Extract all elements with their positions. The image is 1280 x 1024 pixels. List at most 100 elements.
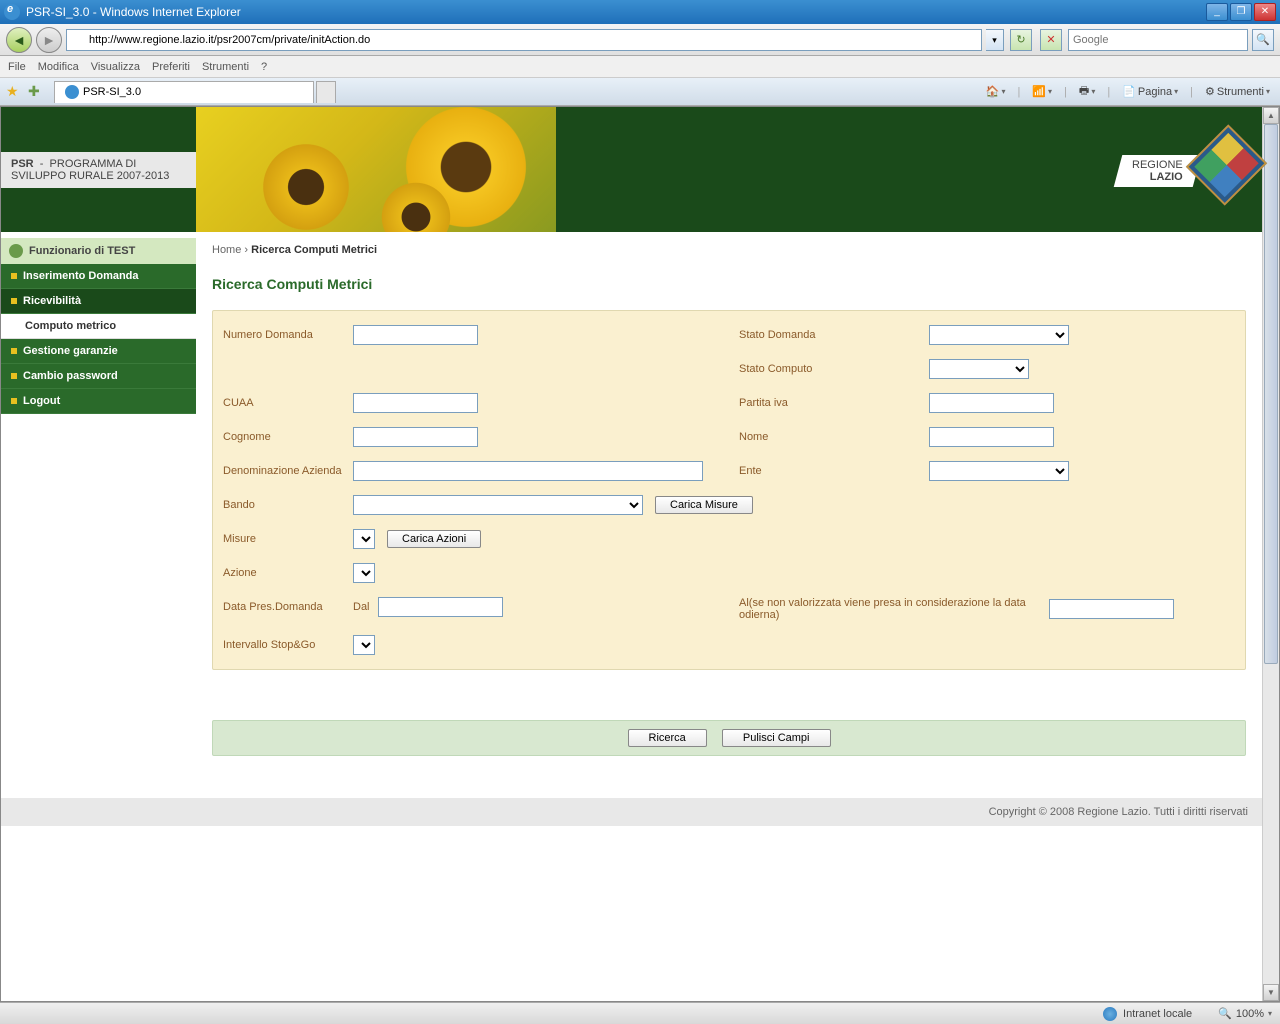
back-button[interactable]: ◄ <box>6 27 32 53</box>
menu-strumenti[interactable]: Strumenti <box>202 61 249 73</box>
tab-favicon-icon <box>65 85 79 99</box>
maximize-button[interactable]: ❐ <box>1230 3 1252 21</box>
search-form: Numero Domanda Stato Domanda Stato Compu… <box>212 310 1246 670</box>
breadcrumb: Home › Ricerca Computi Metrici <box>212 244 1246 256</box>
label-stato-computo: Stato Computo <box>729 363 929 375</box>
sidebar-item-inserimento[interactable]: Inserimento Domanda <box>1 264 196 289</box>
zoom-dropdown[interactable]: ▾ <box>1268 1009 1272 1018</box>
page-viewport: ▲ ▼ PSR - PROGRAMMA DI SVILUPPO RURALE 2… <box>0 106 1280 1002</box>
main-content: Home › Ricerca Computi Metrici Ricerca C… <box>196 232 1262 768</box>
label-nome: Nome <box>729 431 929 443</box>
input-cuaa[interactable] <box>353 393 478 413</box>
sidebar-item-ricevibilita[interactable]: Ricevibilità <box>1 289 196 314</box>
label-bando: Bando <box>223 499 353 511</box>
forward-button[interactable]: ► <box>36 27 62 53</box>
user-label: Funzionario di TEST <box>29 245 135 257</box>
menubar: File Modifica Visualizza Preferiti Strum… <box>0 56 1280 78</box>
minimize-button[interactable]: _ <box>1206 3 1228 21</box>
label-stato-domanda: Stato Domanda <box>729 329 929 341</box>
page-menu[interactable]: 📄 Pagina ▾ <box>1118 83 1182 100</box>
banner-program-label: PSR - PROGRAMMA DI SVILUPPO RURALE 2007-… <box>1 152 196 188</box>
input-cognome[interactable] <box>353 427 478 447</box>
scroll-up-button[interactable]: ▲ <box>1263 107 1279 124</box>
label-intervallo: Intervallo Stop&Go <box>223 639 353 651</box>
ricerca-button[interactable]: Ricerca <box>628 729 707 747</box>
navbar: ◄ ► ▾ ↻ ✕ 🔍 <box>0 24 1280 56</box>
breadcrumb-current: Ricerca Computi Metrici <box>251 244 377 256</box>
menu-visualizza[interactable]: Visualizza <box>91 61 140 73</box>
regione-label: REGIONELAZIO <box>1114 155 1201 187</box>
carica-azioni-button[interactable]: Carica Azioni <box>387 530 481 548</box>
scroll-down-button[interactable]: ▼ <box>1263 984 1279 1001</box>
select-stato-computo[interactable] <box>929 359 1029 379</box>
tab-title: PSR-SI_3.0 <box>83 86 141 98</box>
menu-preferiti[interactable]: Preferiti <box>152 61 190 73</box>
address-dropdown[interactable]: ▾ <box>986 29 1004 51</box>
tabbar: ★ ✚ PSR-SI_3.0 🏠▾ | 📶▾ | 🖶▾ | 📄 Pagina ▾… <box>0 78 1280 106</box>
sidebar-item-password[interactable]: Cambio password <box>1 364 196 389</box>
refresh-button[interactable]: ↻ <box>1010 29 1032 51</box>
menu-help[interactable]: ? <box>261 61 267 73</box>
label-misure: Misure <box>223 533 353 545</box>
banner: PSR - PROGRAMMA DI SVILUPPO RURALE 2007-… <box>1 107 1262 232</box>
select-azione[interactable] <box>353 563 375 583</box>
input-partita-iva[interactable] <box>929 393 1054 413</box>
statusbar: Intranet locale 🔍 100% ▾ <box>0 1002 1280 1024</box>
menu-modifica[interactable]: Modifica <box>38 61 79 73</box>
search-go-button[interactable]: 🔍 <box>1252 29 1274 51</box>
vertical-scrollbar[interactable]: ▲ ▼ <box>1262 107 1279 1001</box>
page-title: Ricerca Computi Metrici <box>212 276 1246 292</box>
regione-logo-icon <box>1186 124 1267 205</box>
print-button[interactable]: 🖶▾ <box>1075 80 1099 103</box>
input-data-dal[interactable] <box>378 597 503 617</box>
sidebar-item-logout[interactable]: Logout <box>1 389 196 414</box>
zoom-value: 100% <box>1236 1008 1264 1020</box>
label-denominazione: Denominazione Azienda <box>223 465 353 477</box>
label-dal: Dal <box>353 601 370 613</box>
scroll-thumb[interactable] <box>1264 124 1278 664</box>
zone-globe-icon <box>1103 1007 1117 1021</box>
label-numero-domanda: Numero Domanda <box>223 329 353 341</box>
label-cognome: Cognome <box>223 431 353 443</box>
window-title: PSR-SI_3.0 - Windows Internet Explorer <box>26 5 1206 19</box>
user-icon <box>9 244 23 258</box>
action-bar: Ricerca Pulisci Campi <box>212 720 1246 756</box>
label-ente: Ente <box>729 465 929 477</box>
input-data-al[interactable] <box>1049 599 1174 619</box>
banner-image <box>196 107 556 232</box>
select-ente[interactable] <box>929 461 1069 481</box>
browser-tab[interactable]: PSR-SI_3.0 <box>54 81 314 103</box>
tools-menu[interactable]: ⚙ Strumenti ▾ <box>1201 83 1274 100</box>
sidebar-item-garanzie[interactable]: Gestione garanzie <box>1 339 196 364</box>
label-azione: Azione <box>223 567 353 579</box>
zoom-icon: 🔍 <box>1218 1007 1232 1020</box>
favorites-star-icon[interactable]: ★ <box>6 83 24 101</box>
select-misure[interactable] <box>353 529 375 549</box>
input-numero-domanda[interactable] <box>353 325 478 345</box>
titlebar: PSR-SI_3.0 - Windows Internet Explorer _… <box>0 0 1280 24</box>
home-button[interactable]: 🏠▾ <box>982 83 1010 100</box>
select-intervallo[interactable] <box>353 635 375 655</box>
stop-button[interactable]: ✕ <box>1040 29 1062 51</box>
carica-misure-button[interactable]: Carica Misure <box>655 496 753 514</box>
menu-file[interactable]: File <box>8 61 26 73</box>
address-input[interactable] <box>66 29 982 51</box>
feeds-button[interactable]: 📶▾ <box>1028 83 1056 100</box>
label-cuaa: CUAA <box>223 397 353 409</box>
select-stato-domanda[interactable] <box>929 325 1069 345</box>
input-denominazione[interactable] <box>353 461 703 481</box>
sidebar: Funzionario di TEST Inserimento Domanda … <box>1 232 196 768</box>
label-partita-iva: Partita iva <box>729 397 929 409</box>
pulisci-button[interactable]: Pulisci Campi <box>722 729 831 747</box>
add-favorites-icon[interactable]: ✚ <box>28 83 46 101</box>
search-input[interactable] <box>1068 29 1248 51</box>
select-bando[interactable] <box>353 495 643 515</box>
label-data-pres: Data Pres.Domanda <box>223 601 353 613</box>
ie-icon <box>4 4 20 20</box>
close-button[interactable]: ✕ <box>1254 3 1276 21</box>
input-nome[interactable] <box>929 427 1054 447</box>
new-tab-button[interactable] <box>316 81 336 103</box>
sidebar-item-computo[interactable]: Computo metrico <box>1 314 196 339</box>
breadcrumb-home[interactable]: Home <box>212 244 241 256</box>
zone-label: Intranet locale <box>1123 1008 1192 1020</box>
